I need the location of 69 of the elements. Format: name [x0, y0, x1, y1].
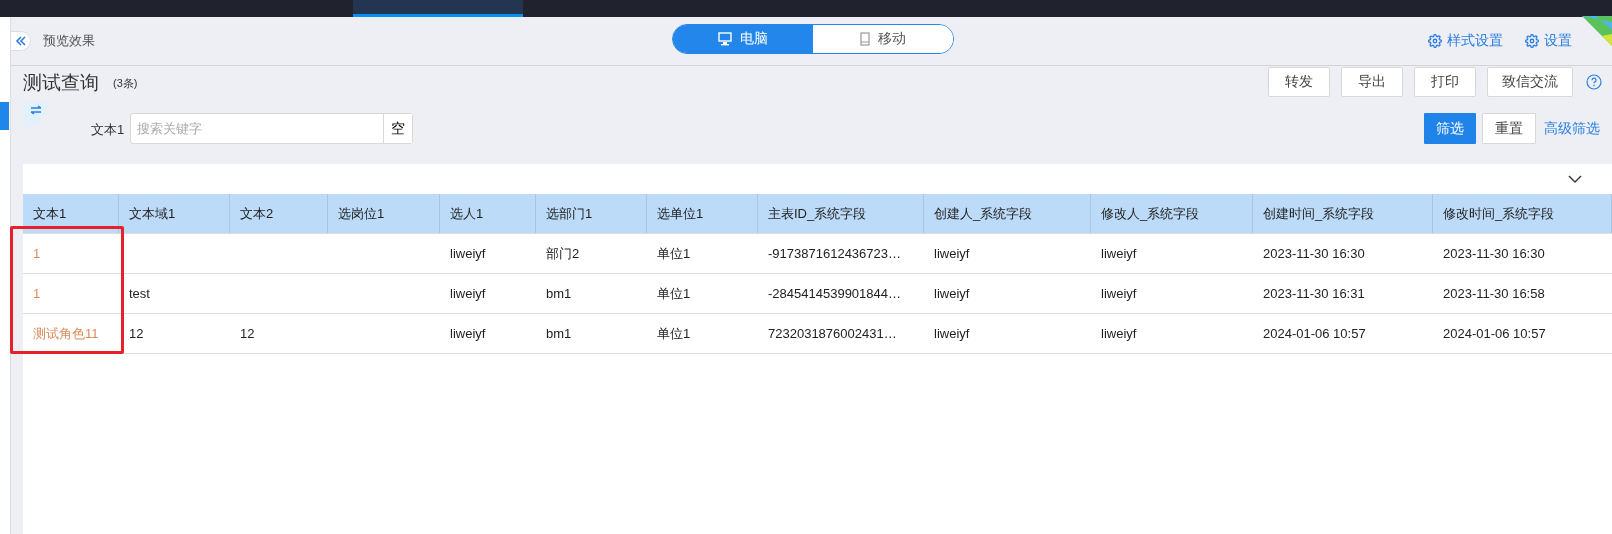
swap-icon[interactable] — [23, 102, 48, 127]
table-cell-text: 2023-11-30 16:58 — [1442, 285, 1546, 303]
monitor-icon — [718, 32, 732, 46]
column-header: 修改人_系统字段 — [1091, 194, 1253, 233]
search-field[interactable]: 搜索关键字 空 — [130, 113, 414, 144]
table-cell-text: bm1 — [545, 285, 573, 303]
reset-button[interactable]: 重置 — [1482, 113, 1536, 144]
table-cell-text: test — [128, 285, 151, 303]
device-tab[interactable]: 电脑 — [673, 25, 813, 53]
column-header: 创建时间_系统字段 — [1253, 194, 1433, 233]
top-tab[interactable] — [353, 0, 523, 17]
table-cell-text: 12 — [128, 325, 145, 343]
table-cell-text: 12 — [239, 325, 256, 343]
action-button[interactable]: 致信交流 — [1487, 67, 1573, 97]
table-cell-text: liweiyf — [933, 245, 971, 263]
table-cell-text: 2023-11-30 16:30 — [1262, 245, 1366, 263]
table-cell-text: liweiyf — [449, 245, 487, 263]
table-cell-text: 2023-11-30 16:30 — [1442, 245, 1546, 263]
column-header: 文本1 — [23, 194, 119, 233]
settings-link[interactable]: 样式设置 — [1428, 32, 1503, 50]
column-header: 创建人_系统字段 — [924, 194, 1091, 233]
table-cell-text: 部门2 — [545, 244, 581, 263]
page-title: 测试查询 — [23, 71, 99, 95]
collapse-button[interactable] — [11, 31, 31, 51]
column-header: 选岗位1 — [328, 194, 440, 233]
double-chevron-left-icon — [14, 35, 27, 47]
action-button[interactable]: 导出 — [1341, 67, 1403, 97]
table-cell-text: 单位1 — [656, 324, 692, 343]
table-cell-text: 单位1 — [656, 244, 692, 263]
corner-ribbon-icon — [1582, 16, 1612, 46]
column-header: 文本2 — [230, 194, 328, 233]
table-cell-text: 7232031876002431… — [767, 325, 898, 343]
column-header: 主表ID_系统字段 — [758, 194, 924, 233]
table-cell-text: liweiyf — [1100, 245, 1138, 263]
settings-link[interactable]: 设置 — [1525, 32, 1572, 50]
table-cell-text: liweiyf — [1100, 325, 1138, 343]
table-cell-text: 单位1 — [656, 284, 692, 303]
table-cell-text: liweiyf — [449, 285, 487, 303]
column-header: 选人1 — [440, 194, 536, 233]
settings-icon — [1525, 34, 1539, 48]
column-header: 修改时间_系统字段 — [1433, 194, 1612, 233]
help-icon[interactable] — [1586, 74, 1602, 90]
clear-button[interactable]: 空 — [383, 114, 413, 143]
filter-label: 文本1 — [91, 121, 125, 139]
table-cell-text: liweiyf — [933, 285, 971, 303]
device-tab[interactable]: 移动 — [813, 25, 953, 53]
table-cell-text: 2024-01-06 10:57 — [1442, 325, 1547, 343]
column-header: 选部门1 — [536, 194, 647, 233]
column-header: 选单位1 — [647, 194, 758, 233]
column-header: 文本域1 — [119, 194, 230, 233]
table-cell-text: bm1 — [545, 325, 573, 343]
header-title: 预览效果 — [43, 32, 95, 50]
table-cell-text: liweiyf — [1100, 285, 1138, 303]
table-cell-text: -2845414539901844… — [767, 285, 902, 303]
record-count: (3条) — [113, 76, 138, 91]
phone-icon — [860, 32, 870, 46]
table-cell-text: -9173871612436723… — [767, 245, 902, 263]
chevron-down-icon[interactable] — [1568, 174, 1582, 184]
table-cell-text: 2023-11-30 16:31 — [1262, 285, 1366, 303]
table-cell-text: 2024-01-06 10:57 — [1262, 325, 1367, 343]
settings-icon — [1428, 34, 1442, 48]
table-cell-text: liweiyf — [933, 325, 971, 343]
action-button[interactable]: 转发 — [1268, 67, 1330, 97]
link-label: 样式设置 — [1447, 32, 1503, 50]
advanced-filter-link[interactable]: 高级筛选 — [1542, 113, 1602, 144]
action-button[interactable]: 打印 — [1414, 67, 1476, 97]
link-label: 设置 — [1544, 32, 1572, 50]
filter-button[interactable]: 筛选 — [1424, 113, 1476, 144]
table-cell-text: liweiyf — [449, 325, 487, 343]
